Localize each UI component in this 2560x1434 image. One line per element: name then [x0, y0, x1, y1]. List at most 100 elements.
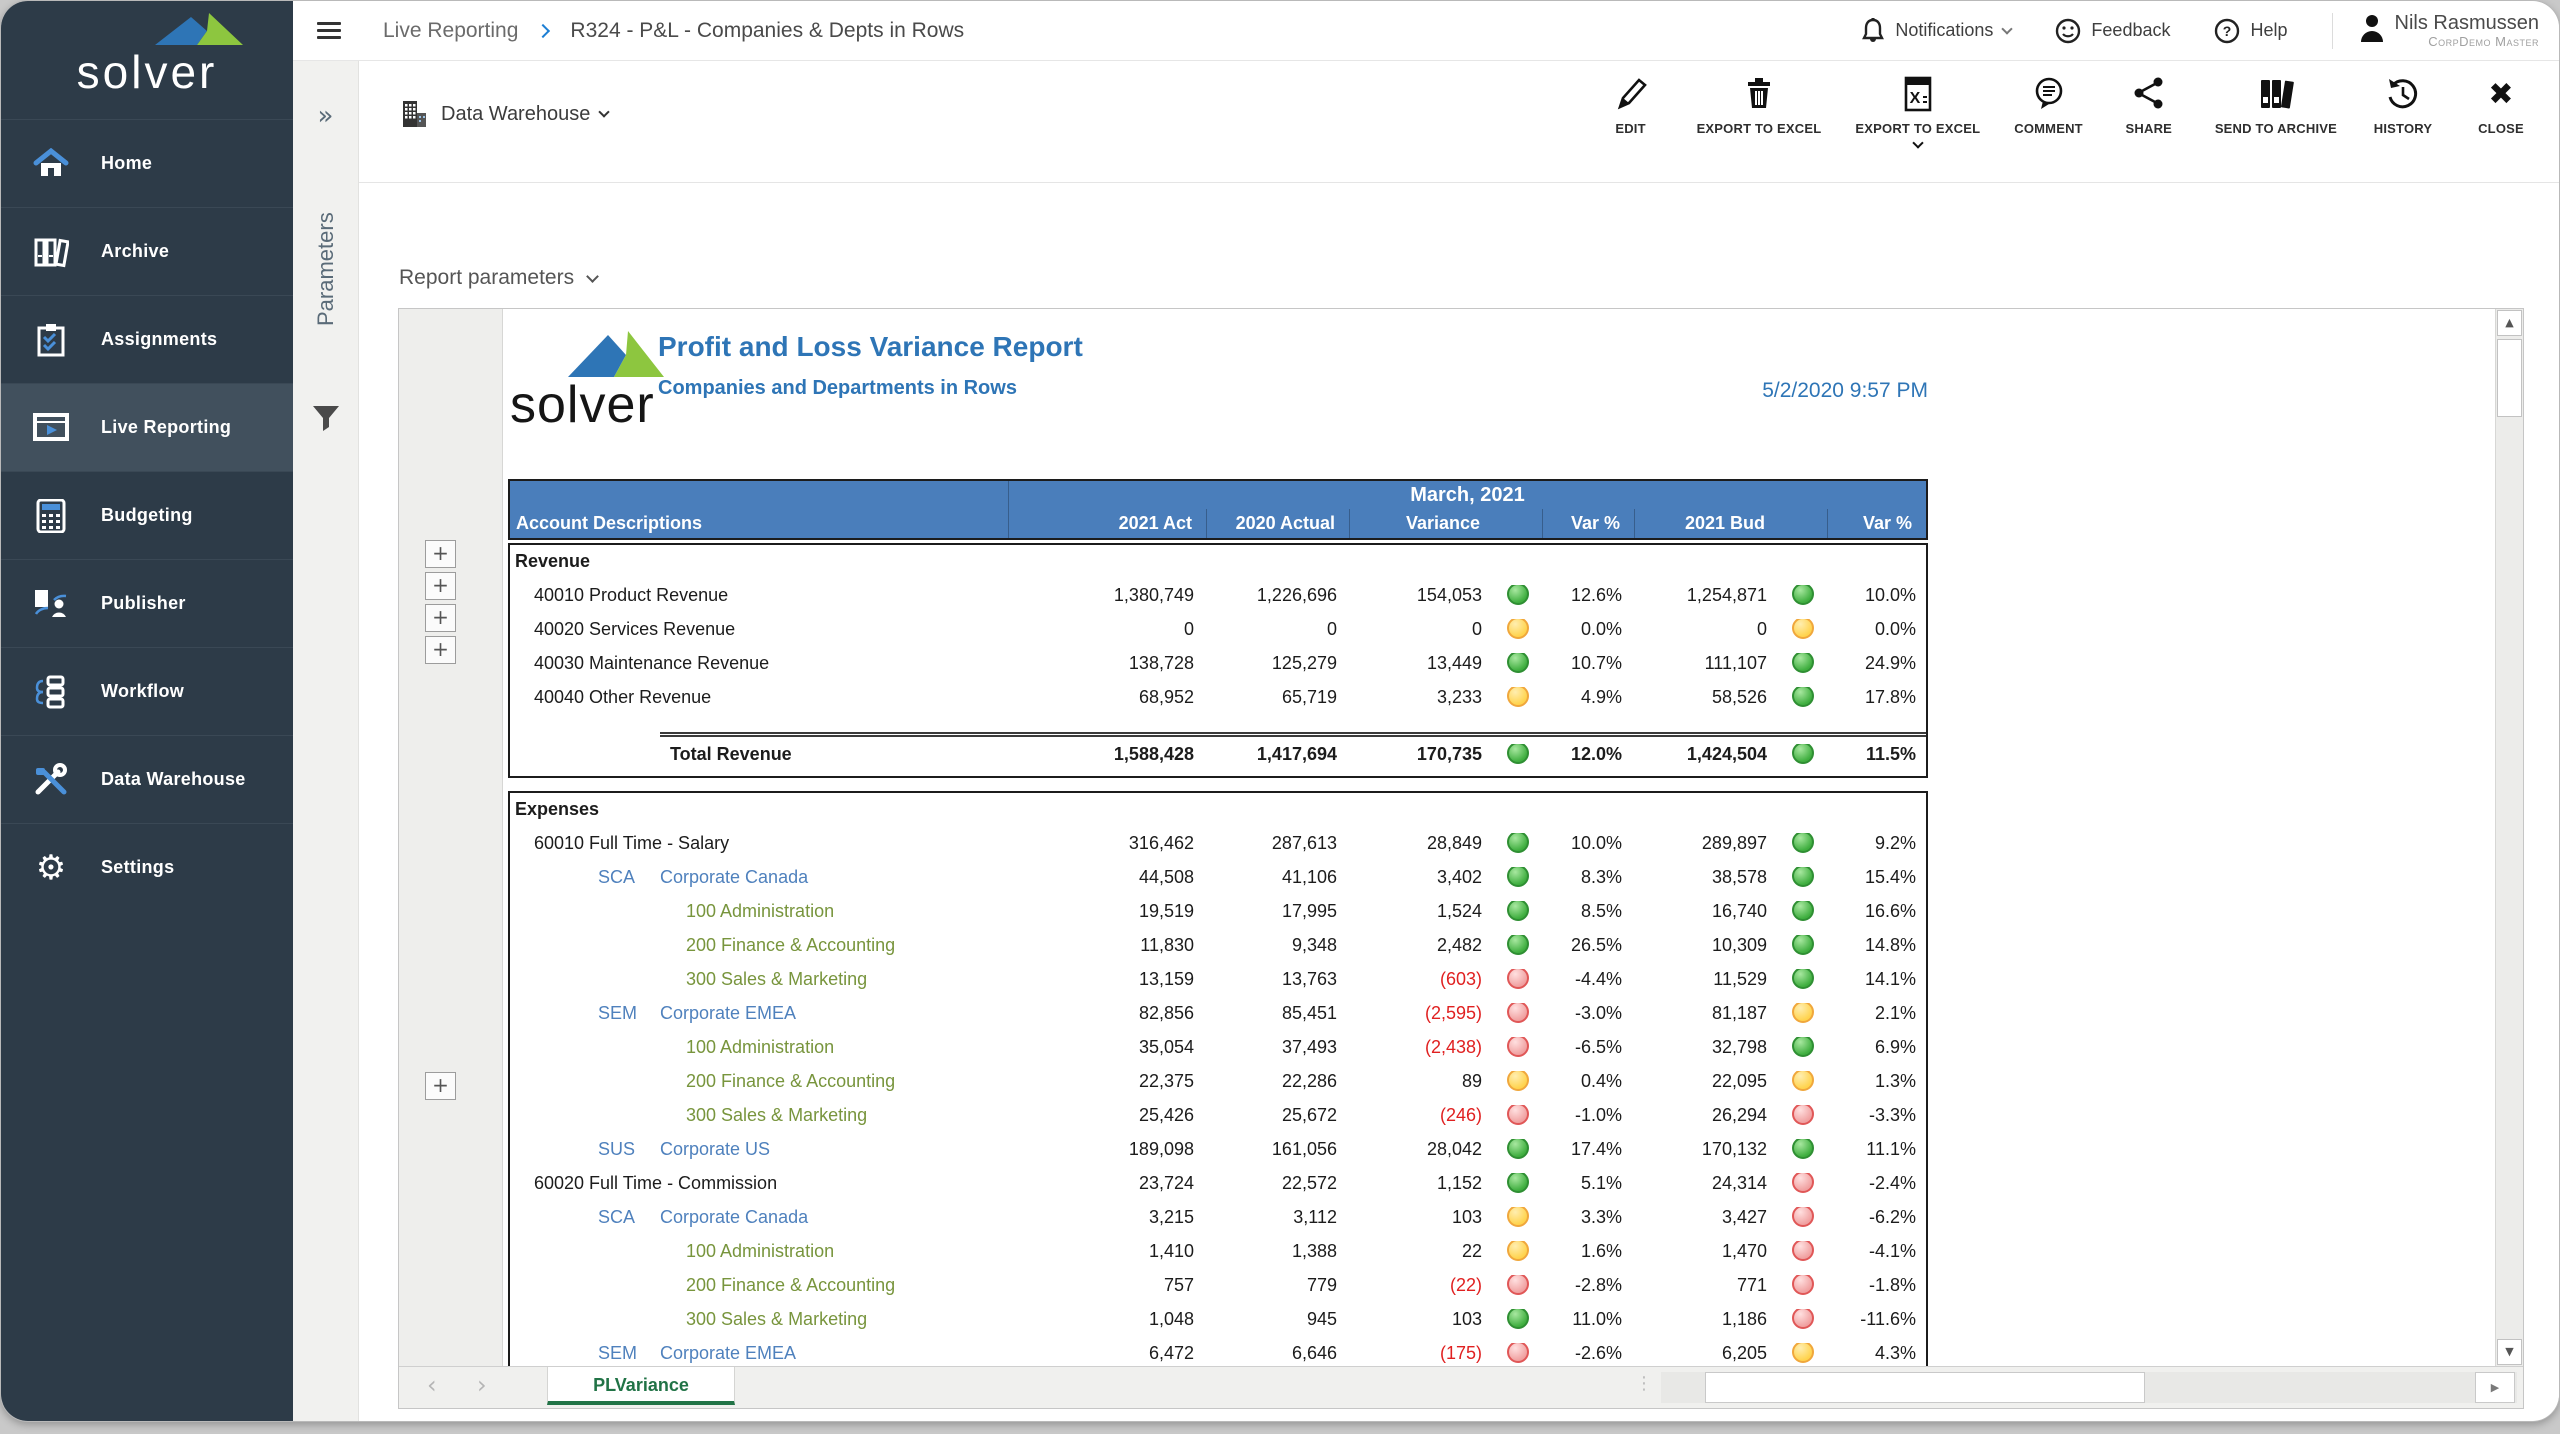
notifications-chevron-icon	[2002, 23, 2013, 34]
expand-row-group-button[interactable]: +	[425, 540, 456, 568]
comment-button[interactable]: COMMENT	[2014, 75, 2083, 136]
report-viewport: + + + + + solver Profit and Loss Varianc…	[398, 308, 2524, 1409]
sidebar-item-archive[interactable]: Archive	[1, 207, 293, 295]
cell-2020-actual: 25,672	[1206, 1105, 1349, 1126]
vertical-scroll-thumb[interactable]	[2497, 339, 2522, 417]
cell-2021-bud: 1,254,871	[1634, 585, 1779, 606]
department-name[interactable]: 300 Sales & Marketing	[686, 1105, 867, 1125]
scroll-down-button[interactable]: ▼	[2497, 1339, 2522, 1365]
vertical-scrollbar[interactable]: ▲ ▼	[2495, 309, 2523, 1366]
history-button[interactable]: HISTORY	[2371, 75, 2435, 136]
previous-sheet-button[interactable]: ‹	[427, 1371, 437, 1399]
smiley-icon	[2055, 18, 2081, 44]
cell-bud-var-pct: -4.1%	[1827, 1241, 1930, 1262]
status-light-yellow	[1792, 1071, 1814, 1092]
close-button[interactable]: ✖ CLOSE	[2469, 75, 2533, 136]
expand-row-group-button[interactable]: +	[425, 1072, 456, 1100]
scroll-up-button[interactable]: ▲	[2497, 310, 2522, 336]
table-row: 100 Administration19,51917,9951,5248.5%1…	[510, 894, 1926, 928]
sidebar-item-publisher[interactable]: Publisher	[1, 559, 293, 647]
solver-mountain-icon	[153, 11, 245, 47]
table-header: March, 2021 Account Descriptions 2021 Ac…	[508, 479, 1928, 540]
help-button[interactable]: ? Help	[2214, 18, 2287, 44]
status-light-green	[1507, 744, 1529, 765]
sidebar-item-data-warehouse[interactable]: Data Warehouse	[1, 735, 293, 823]
workflow-icon	[1, 675, 101, 709]
cell-variance-light	[1494, 969, 1542, 990]
cell-variance: 1,524	[1349, 901, 1494, 922]
cell-variance: (2,438)	[1349, 1037, 1494, 1058]
cell-bud-light	[1779, 833, 1827, 854]
company-name[interactable]: Corporate EMEA	[660, 1003, 796, 1023]
scrollbar-resize-handle[interactable]: ⋮	[1635, 1373, 1653, 1394]
company-code[interactable]: SEM	[598, 1343, 660, 1364]
cell-2021-act: 13,159	[1008, 969, 1206, 990]
sidebar-item-live-reporting[interactable]: Live Reporting	[1, 383, 293, 471]
status-light-green	[1792, 935, 1814, 956]
status-light-red	[1507, 1105, 1529, 1126]
edit-button[interactable]: EDIT	[1599, 75, 1663, 136]
scroll-right-button[interactable]: ▶	[2475, 1372, 2515, 1403]
company-name[interactable]: Corporate Canada	[660, 1207, 808, 1227]
share-button[interactable]: SHARE	[2117, 75, 2181, 136]
hamburger-menu-icon[interactable]	[317, 18, 341, 43]
department-name[interactable]: 100 Administration	[686, 901, 834, 921]
company-code[interactable]: SCA	[598, 867, 660, 888]
sidebar-item-assignments[interactable]: Assignments	[1, 295, 293, 383]
table-row: SEMCorporate EMEA82,85685,451(2,595)-3.0…	[510, 996, 1926, 1030]
sidebar-item-workflow[interactable]: Workflow	[1, 647, 293, 735]
filter-funnel-icon[interactable]	[311, 403, 341, 433]
expand-row-group-button[interactable]: +	[425, 572, 456, 600]
send-to-archive-button[interactable]: SEND TO ARCHIVE	[2215, 75, 2337, 136]
feedback-button[interactable]: Feedback	[2055, 18, 2170, 44]
cell-var-pct: 8.5%	[1542, 901, 1634, 922]
breadcrumb: Live Reporting R324 - P&L - Companies & …	[383, 19, 964, 43]
company-name[interactable]: Corporate EMEA	[660, 1343, 796, 1363]
department-name[interactable]: 300 Sales & Marketing	[686, 969, 867, 989]
company-code[interactable]: SUS	[598, 1139, 660, 1160]
expand-parameters-icon[interactable]: »	[293, 101, 358, 131]
sidebar-item-home[interactable]: Home	[1, 119, 293, 207]
export-to-excel-button[interactable]: X EXPORT TO EXCEL	[1855, 75, 1980, 147]
company-name[interactable]: Corporate Canada	[660, 867, 808, 887]
department-name[interactable]: 200 Finance & Accounting	[686, 1071, 895, 1091]
department-name[interactable]: 300 Sales & Marketing	[686, 1309, 867, 1329]
cell-2021-act: 19,519	[1008, 901, 1206, 922]
company-code[interactable]: SEM	[598, 1003, 660, 1024]
cell-2020-actual: 945	[1206, 1309, 1349, 1330]
sidebar-item-budgeting[interactable]: Budgeting	[1, 471, 293, 559]
user-menu[interactable]: Nils Rasmussen CorpDemo Master	[2359, 13, 2539, 49]
report-page: solver Profit and Loss Variance Report C…	[504, 309, 2495, 1366]
company-name[interactable]: Corporate US	[660, 1139, 770, 1159]
status-light-yellow	[1507, 1241, 1529, 1262]
column-header-2021-bud: 2021 Bud	[1634, 509, 1827, 538]
cell-account-description: SUSCorporate US	[510, 1139, 1008, 1160]
cell-variance-light	[1494, 867, 1542, 888]
expand-row-group-button[interactable]: +	[425, 604, 456, 632]
data-source-chevron-icon	[599, 106, 610, 117]
company-code[interactable]: SCA	[598, 1207, 660, 1228]
notifications-button[interactable]: Notifications	[1861, 18, 2011, 44]
status-light-green	[1507, 585, 1529, 606]
cell-variance: 28,849	[1349, 833, 1494, 854]
settings-gear-icon: ⚙	[1, 851, 101, 885]
breadcrumb-section[interactable]: Live Reporting	[383, 19, 518, 43]
next-sheet-button[interactable]: ›	[477, 1371, 487, 1399]
report-parameters-toggle[interactable]: Report parameters	[399, 266, 597, 290]
department-name[interactable]: 200 Finance & Accounting	[686, 935, 895, 955]
horizontal-scroll-thumb[interactable]	[1705, 1372, 2145, 1403]
cell-account-description: SCACorporate Canada	[510, 1207, 1008, 1228]
department-name[interactable]: 200 Finance & Accounting	[686, 1275, 895, 1295]
status-light-green	[1792, 867, 1814, 888]
expand-row-group-button[interactable]: +	[425, 636, 456, 664]
delete-button[interactable]: EXPORT TO EXCEL	[1697, 75, 1822, 136]
department-name[interactable]: 100 Administration	[686, 1241, 834, 1261]
cell-account-description: 40030 Maintenance Revenue	[510, 653, 1008, 674]
table-row: SCACorporate Canada44,50841,1063,4028.3%…	[510, 860, 1926, 894]
table-row: 60010 Full Time - Salary316,462287,61328…	[510, 826, 1926, 860]
sidebar-item-settings[interactable]: ⚙ Settings	[1, 823, 293, 911]
sheet-tab-plvariance[interactable]: PLVariance	[547, 1367, 735, 1405]
department-name[interactable]: 100 Administration	[686, 1037, 834, 1057]
data-source-dropdown[interactable]: Data Warehouse	[399, 99, 608, 129]
status-light-red	[1507, 1037, 1529, 1058]
